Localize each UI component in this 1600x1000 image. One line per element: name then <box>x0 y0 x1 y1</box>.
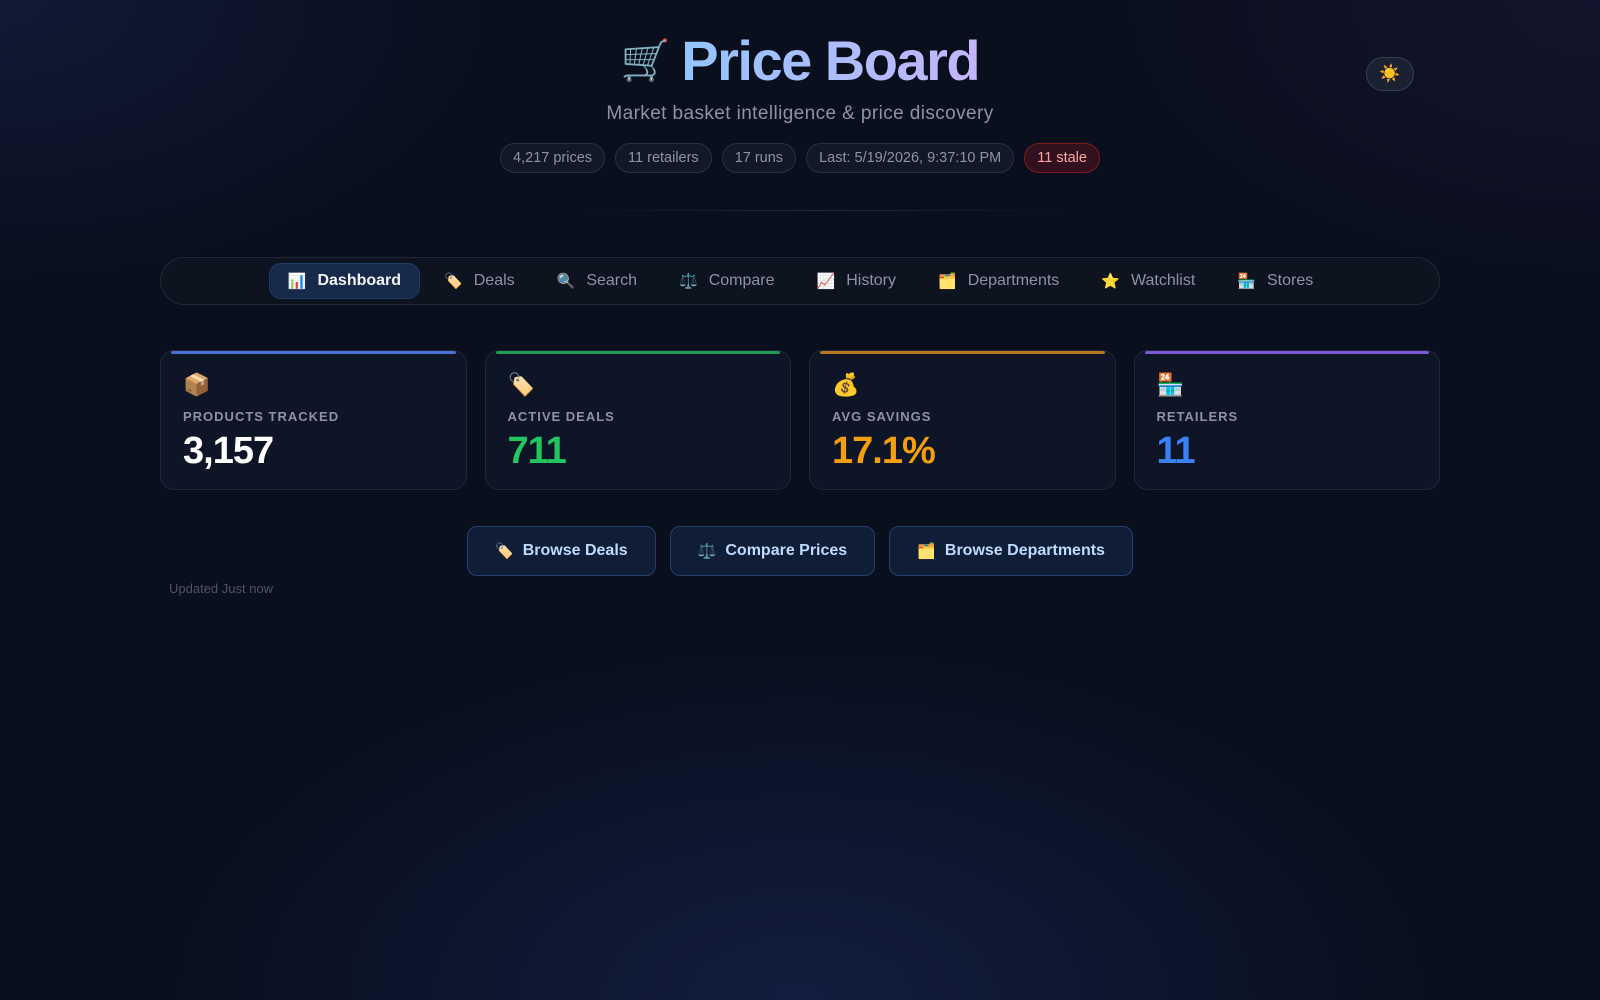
last-updated-text: Updated Just now <box>169 581 274 596</box>
stat-card-avg-savings: 💰 AVG SAVINGS 17.1% <box>809 350 1116 490</box>
tab-departments[interactable]: 🗂️ Departments <box>920 263 1077 299</box>
card-accent-bar <box>820 351 1105 354</box>
package-icon: 📦 <box>183 372 211 397</box>
tab-label: Compare <box>708 272 775 289</box>
last-run-pill: Last: 5/19/2026, 9:37:10 PM <box>806 143 1015 173</box>
trend-chart-icon: 📈 <box>816 273 836 290</box>
chart-icon: 📊 <box>287 273 307 290</box>
money-bag-icon: 💰 <box>832 372 860 397</box>
browse-deals-button[interactable]: 🏷️ Browse Deals <box>467 526 656 576</box>
tab-stores[interactable]: 🏪 Stores <box>1219 263 1331 299</box>
tab-compare[interactable]: ⚖️ Compare <box>661 263 793 299</box>
stat-label: AVG SAVINGS <box>832 409 932 424</box>
retailers-count-pill: 11 retailers <box>615 143 712 173</box>
store-icon: 🏪 <box>1237 273 1256 290</box>
tab-label: Search <box>586 272 638 289</box>
folder-icon: 🗂️ <box>938 273 957 290</box>
stat-value: 11 <box>1156 430 1196 472</box>
stat-label: RETAILERS <box>1156 409 1239 424</box>
tab-label: Departments <box>967 272 1060 289</box>
stat-label: ACTIVE DEALS <box>507 409 615 424</box>
stat-value: 3,157 <box>183 430 274 472</box>
app-title-text: Price Board <box>681 29 980 92</box>
magnifier-icon: 🔍 <box>556 273 576 290</box>
star-icon: ⭐ <box>1101 273 1120 290</box>
prices-count-pill: 4,217 prices <box>500 143 606 173</box>
tag-icon: 🏷️ <box>507 372 535 397</box>
stat-value: 711 <box>507 430 567 472</box>
compare-prices-button[interactable]: ⚖️ Compare Prices <box>669 526 876 576</box>
card-accent-bar <box>171 351 456 354</box>
quick-actions: 🏷️ Browse Deals ⚖️ Compare Prices 🗂️ Bro… <box>0 526 1600 576</box>
button-label: Browse Deals <box>522 542 628 559</box>
page-header: 🛒 Price Board Market basket intelligence… <box>0 28 1600 173</box>
app-subtitle: Market basket intelligence & price disco… <box>606 103 994 124</box>
stale-count-badge[interactable]: 11 stale <box>1024 143 1100 173</box>
button-label: Browse Departments <box>944 542 1105 559</box>
folder-icon: 🗂️ <box>917 543 936 560</box>
scales-icon: ⚖️ <box>697 543 717 560</box>
stat-card-products-tracked: 📦 PRODUCTS TRACKED 3,157 <box>160 350 467 490</box>
tab-label: Deals <box>473 272 515 289</box>
tab-deals[interactable]: 🏷️ Deals <box>426 263 533 299</box>
header-divider <box>580 210 1060 211</box>
tab-label: Watchlist <box>1130 272 1196 289</box>
tab-dashboard[interactable]: 📊 Dashboard <box>268 263 421 299</box>
main-nav: 📊 Dashboard 🏷️ Deals 🔍 Search ⚖️ Compare… <box>160 257 1440 305</box>
stat-cards: 📦 PRODUCTS TRACKED 3,157 🏷️ ACTIVE DEALS… <box>160 350 1440 490</box>
tab-search[interactable]: 🔍 Search <box>539 263 655 299</box>
store-icon: 🏪 <box>1156 372 1184 397</box>
tag-icon: 🏷️ <box>495 543 514 560</box>
tab-history[interactable]: 📈 History <box>799 263 914 299</box>
stats-pills: 4,217 prices 11 retailers 17 runs Last: … <box>0 143 1600 173</box>
stat-value: 17.1% <box>832 430 936 472</box>
theme-toggle-button[interactable]: ☀️ <box>1366 57 1414 91</box>
stat-card-retailers: 🏪 RETAILERS 11 <box>1133 350 1440 490</box>
button-label: Compare Prices <box>725 542 848 559</box>
scales-icon: ⚖️ <box>679 273 698 290</box>
browse-departments-button[interactable]: 🗂️ Browse Departments <box>889 526 1133 576</box>
runs-count-pill: 17 runs <box>721 143 797 173</box>
stat-label: PRODUCTS TRACKED <box>183 409 340 424</box>
tab-label: Stores <box>1266 272 1314 289</box>
sun-icon: ☀️ <box>1379 64 1401 83</box>
app-title: 🛒 Price Board <box>620 28 981 93</box>
tag-icon: 🏷️ <box>444 273 463 290</box>
tab-label: Dashboard <box>317 272 402 289</box>
stat-card-active-deals: 🏷️ ACTIVE DEALS 711 <box>484 350 791 490</box>
tab-watchlist[interactable]: ⭐ Watchlist <box>1083 263 1213 299</box>
cart-icon: 🛒 <box>620 39 671 83</box>
tab-label: History <box>846 272 896 289</box>
card-accent-bar <box>495 351 780 354</box>
card-accent-bar <box>1144 351 1429 354</box>
